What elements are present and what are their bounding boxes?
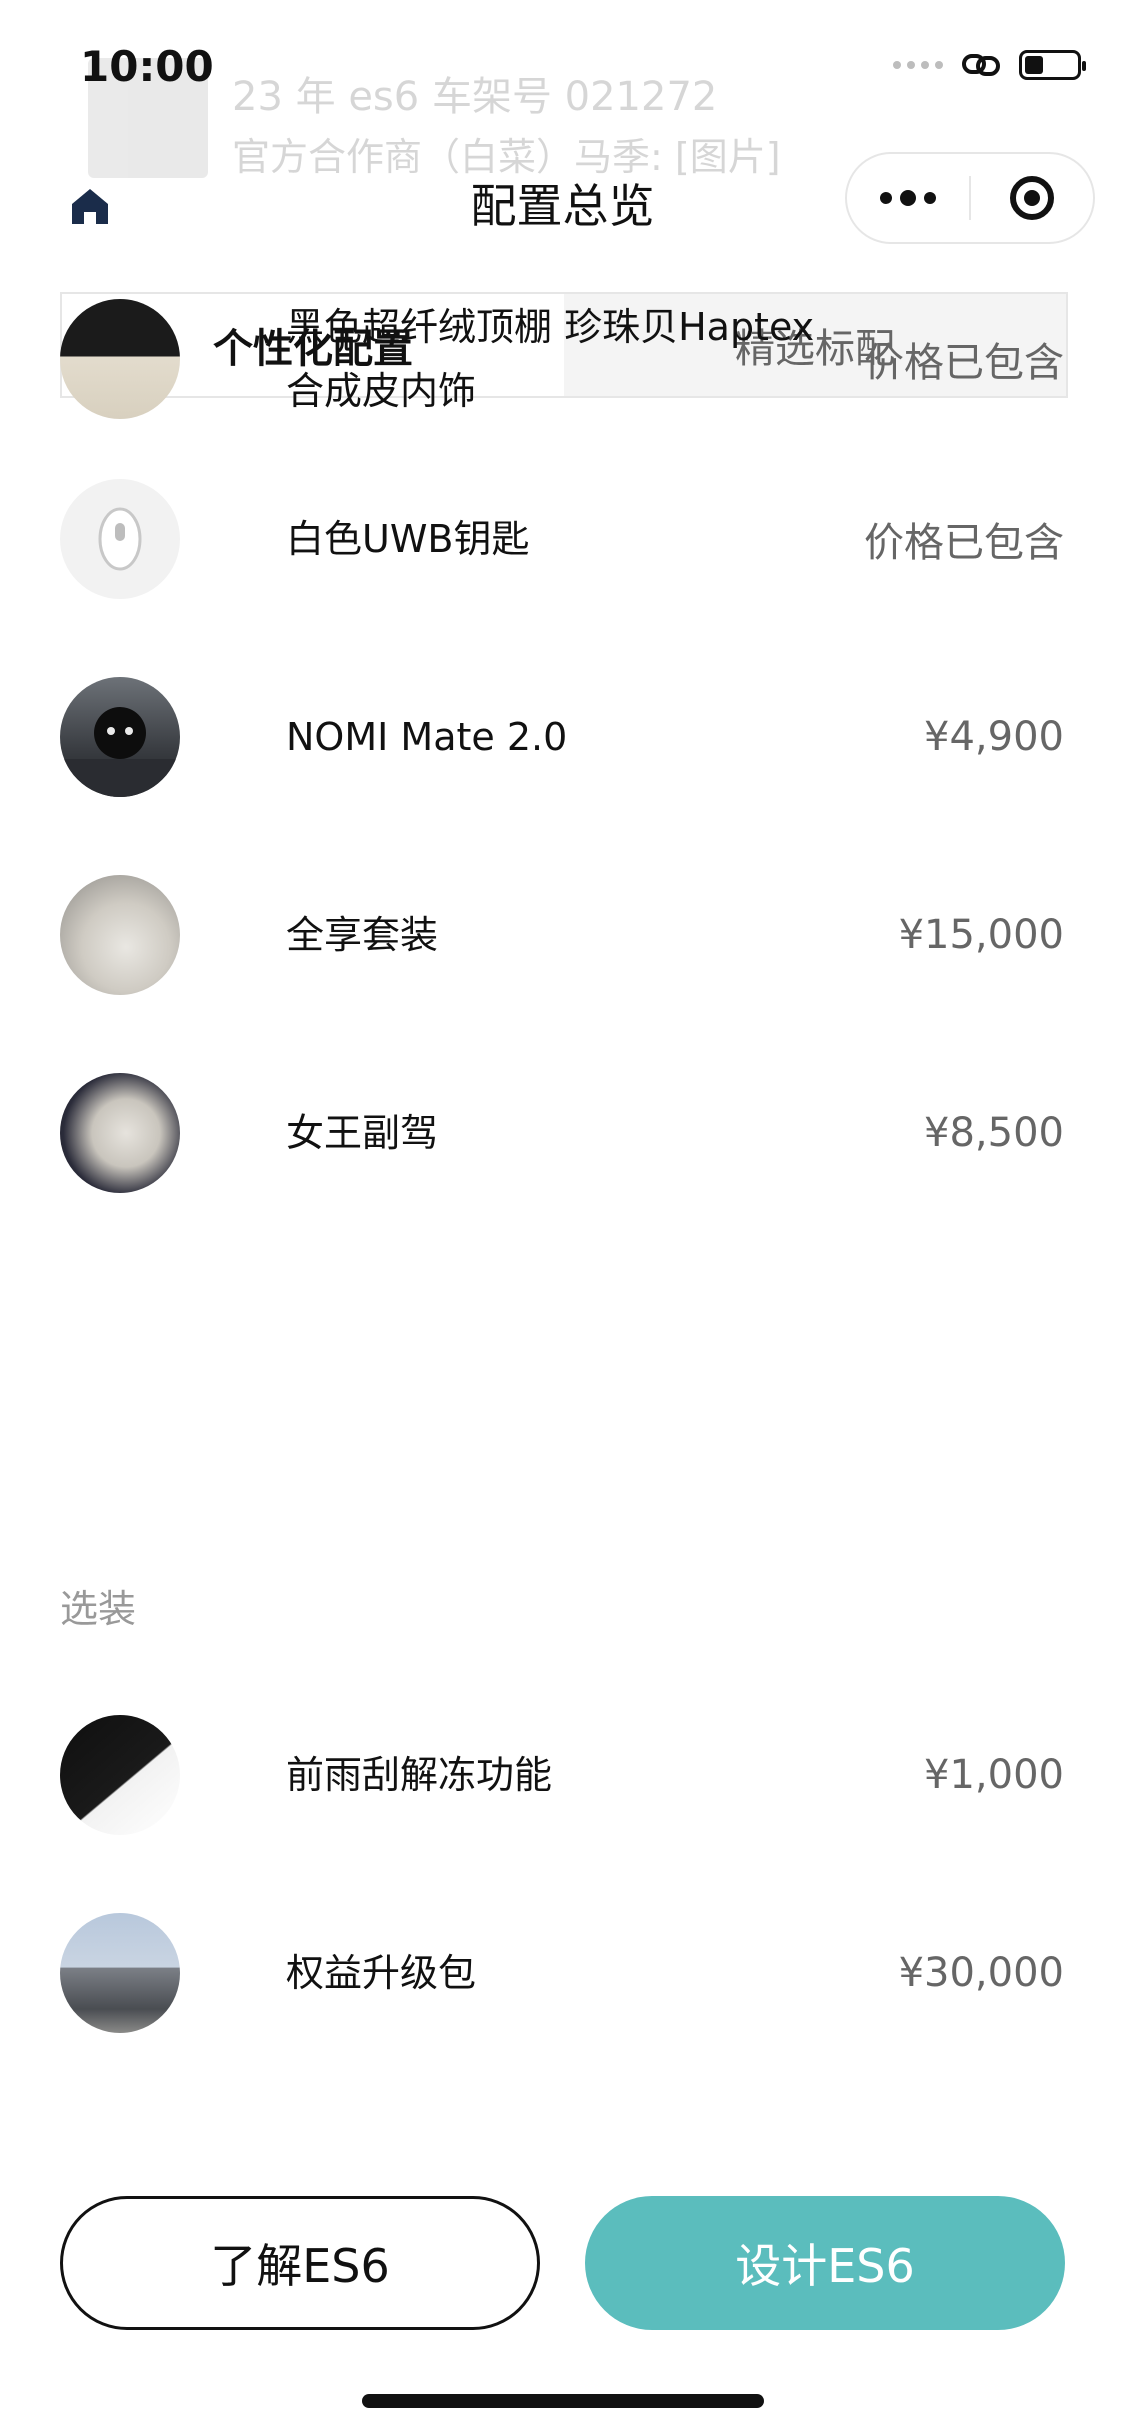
more-button[interactable]	[847, 190, 969, 206]
item-price: 价格已包含	[864, 340, 1064, 386]
target-close-icon	[1010, 176, 1054, 220]
status-indicators	[893, 50, 1086, 80]
item-name: NOMI Mate 2.0	[286, 715, 568, 759]
item-name: 前雨刮解冻功能	[286, 1753, 553, 1797]
list-item[interactable]: 全享套装 ¥15,000	[60, 860, 1064, 1010]
queen-seat-thumbnail	[60, 1073, 180, 1193]
signal-icon	[893, 61, 943, 69]
notification-title: 23 年 es6 车架号 021272	[232, 74, 718, 120]
list-item[interactable]: 女王副驾 ¥8,500	[60, 1058, 1064, 1208]
status-time: 10:00	[80, 42, 214, 91]
item-price: ¥8,500	[924, 1110, 1064, 1156]
list-item[interactable]: NOMI Mate 2.0 ¥4,900	[60, 662, 1064, 812]
home-indicator	[362, 2394, 764, 2408]
seat-package-thumbnail	[60, 875, 180, 995]
interior-thumbnail	[60, 299, 180, 419]
list-item[interactable]: 前雨刮解冻功能 ¥1,000	[60, 1700, 1064, 1850]
close-button[interactable]	[971, 176, 1093, 220]
list-item[interactable]: 白色UWB钥匙 价格已包含	[60, 464, 1064, 614]
item-name: 权益升级包	[286, 1951, 477, 1995]
more-dots-icon	[880, 192, 892, 204]
item-name: 黑色超纤绒顶棚 珍珠贝Haptex合成皮内饰	[286, 305, 815, 413]
list-item[interactable]: 权益升级包 ¥30,000	[60, 1898, 1064, 2048]
design-es6-button[interactable]: 设计ES6	[585, 2196, 1065, 2330]
list-item[interactable]: 黑色超纤绒顶棚 珍珠贝Haptex合成皮内饰 价格已包含	[60, 284, 1064, 434]
item-name: 全享套装	[286, 913, 439, 957]
item-name: 白色UWB钥匙	[286, 517, 530, 561]
item-price: ¥1,000	[924, 1752, 1064, 1798]
uwb-key-thumbnail	[60, 479, 180, 599]
optional-section-label: 选装	[60, 1587, 137, 1631]
item-price: ¥30,000	[898, 1950, 1064, 1996]
mini-program-capsule	[845, 152, 1095, 244]
battery-fill	[1025, 56, 1043, 74]
link-icon	[962, 54, 1000, 76]
learn-es6-button[interactable]: 了解ES6	[60, 2196, 540, 2330]
benefit-package-thumbnail	[60, 1913, 180, 2033]
item-price: ¥4,900	[924, 714, 1064, 760]
battery-icon	[1019, 50, 1086, 80]
item-price: ¥15,000	[898, 912, 1064, 958]
item-price: 价格已包含	[864, 520, 1064, 566]
item-name: 女王副驾	[286, 1111, 439, 1155]
nomi-icon	[60, 707, 180, 797]
key-icon	[98, 507, 142, 571]
wiper-defrost-thumbnail	[60, 1715, 180, 1835]
nomi-thumbnail	[60, 677, 180, 797]
